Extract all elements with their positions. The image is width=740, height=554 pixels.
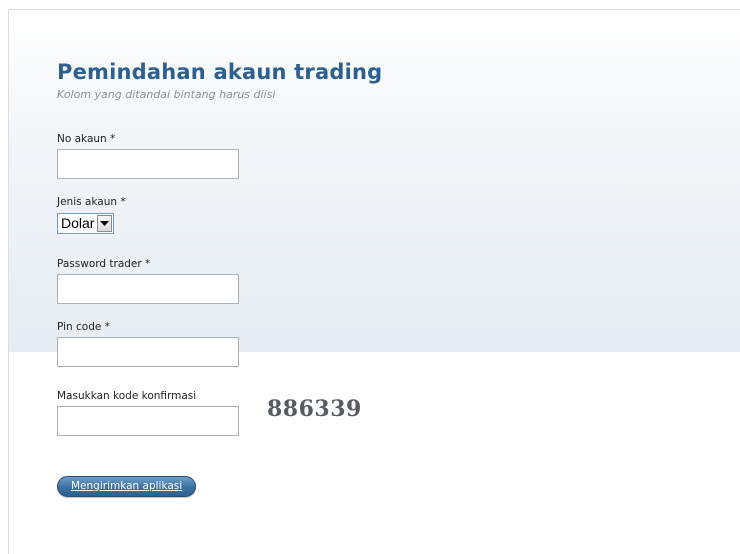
required-note: Kolom yang ditandai bintang harus diisi (57, 88, 276, 101)
pin-code-field: Pin code * (57, 320, 239, 367)
pin-code-label: Pin code * (57, 321, 110, 333)
account-type-select[interactable]: Dolar (57, 213, 115, 234)
trader-password-input[interactable] (57, 274, 239, 304)
confirm-code-label: Masukkan kode konfirmasi (57, 390, 197, 402)
account-type-label: Jenis akaun * (57, 196, 126, 208)
form-content: Pemindahan akaun trading Kolom yang dita… (57, 58, 697, 497)
captcha-image: 886339 (267, 396, 362, 422)
pin-code-input[interactable] (57, 337, 239, 367)
confirm-code-input[interactable] (57, 406, 239, 436)
page: Pemindahan akaun trading Kolom yang dita… (0, 0, 740, 554)
account-type-selected-value: Dolar (61, 215, 95, 231)
dropdown-arrow-glyph (100, 220, 110, 226)
account-no-input[interactable] (57, 149, 239, 179)
trader-password-label: Password trader * (57, 258, 151, 270)
submit-application-button[interactable]: Mengirimkan aplikasi (57, 476, 197, 497)
chevron-down-icon[interactable] (97, 215, 113, 232)
page-title: Pemindahan akaun trading (57, 60, 383, 84)
account-no-label: No akaun * (57, 133, 116, 145)
account-type-field: Jenis akaun * Dolar (57, 195, 126, 234)
trader-password-field: Password trader * (57, 257, 239, 304)
confirm-code-field: Masukkan kode konfirmasi 886339 (57, 389, 361, 436)
account-no-field: No akaun * (57, 132, 239, 179)
form-panel: Pemindahan akaun trading Kolom yang dita… (8, 9, 740, 554)
